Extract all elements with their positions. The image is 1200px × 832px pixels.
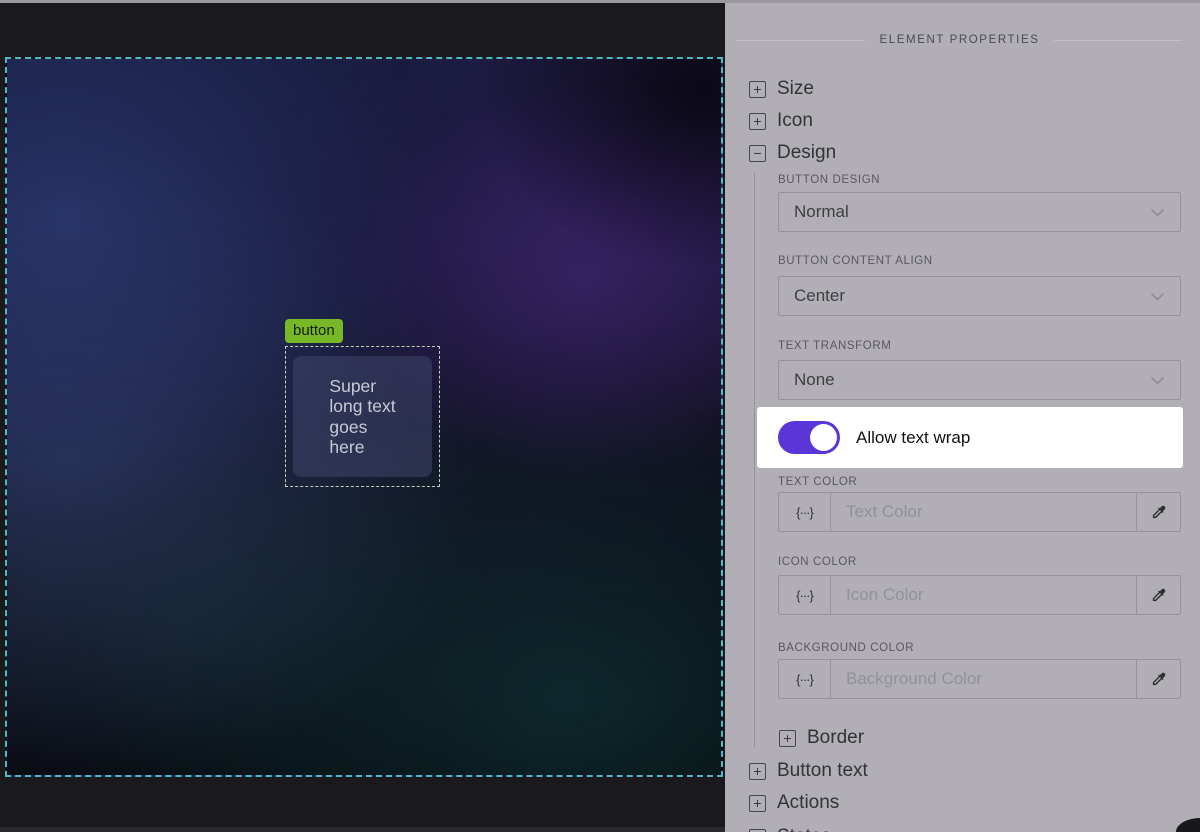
binding-icon[interactable]: {···} — [779, 576, 831, 614]
expand-icon[interactable]: + — [749, 829, 766, 832]
binding-icon[interactable]: {···} — [779, 493, 831, 531]
section-states[interactable]: + States — [749, 826, 831, 832]
background-color-input[interactable] — [831, 660, 1136, 698]
panel-header: ELEMENT PROPERTIES — [737, 34, 1182, 46]
element-properties-panel: ELEMENT PROPERTIES + Size + Icon − Desig… — [725, 0, 1200, 832]
expand-icon[interactable]: + — [749, 81, 766, 98]
section-label: Actions — [777, 792, 839, 814]
toggle-knob — [810, 424, 837, 451]
expand-icon[interactable]: + — [779, 730, 796, 747]
design-canvas[interactable]: button Super long text goes here — [5, 57, 723, 777]
dropdown-value: None — [794, 370, 835, 390]
text-transform-dropdown[interactable]: None — [778, 360, 1181, 400]
expand-icon[interactable]: + — [749, 795, 766, 812]
section-icon[interactable]: + Icon — [749, 110, 813, 132]
eyedropper-icon[interactable] — [1136, 493, 1180, 531]
section-button-text[interactable]: + Button text — [749, 760, 868, 782]
button-design-dropdown[interactable]: Normal — [778, 192, 1181, 232]
eyedropper-icon[interactable] — [1136, 660, 1180, 698]
text-color-input[interactable] — [831, 493, 1136, 531]
field-label-button-design: BUTTON DESIGN — [778, 174, 880, 186]
panel-title: ELEMENT PROPERTIES — [879, 34, 1039, 46]
selected-element-tag: button — [285, 319, 343, 343]
icon-color-field: {···} — [778, 575, 1181, 615]
field-label-icon-color: ICON COLOR — [778, 556, 857, 568]
allow-text-wrap-highlight: Allow text wrap — [757, 407, 1183, 468]
section-label: States — [777, 826, 831, 832]
editor-viewport: button Super long text goes here — [0, 0, 725, 832]
header-divider-right — [1054, 40, 1182, 41]
app-window: button Super long text goes here ELEMENT… — [0, 0, 1200, 832]
editor-bottom-strip — [0, 827, 725, 832]
binding-icon[interactable]: {···} — [779, 660, 831, 698]
eyedropper-icon[interactable] — [1136, 576, 1180, 614]
allow-text-wrap-toggle[interactable] — [778, 421, 840, 454]
canvas-button-label: Super long text goes here — [329, 376, 395, 458]
field-label-text-transform: TEXT TRANSFORM — [778, 340, 891, 352]
collapse-icon[interactable]: − — [749, 145, 766, 162]
selection-outline: Super long text goes here — [285, 346, 440, 487]
dropdown-value: Normal — [794, 202, 849, 222]
section-label: Size — [777, 78, 814, 100]
chevron-down-icon — [1150, 292, 1165, 301]
chevron-down-icon — [1150, 208, 1165, 217]
field-label-text-color: TEXT COLOR — [778, 476, 857, 488]
header-divider-left — [737, 40, 865, 41]
section-design[interactable]: − Design — [749, 142, 836, 164]
section-label: Design — [777, 142, 836, 164]
design-section-guide-line — [754, 172, 755, 748]
section-label: Icon — [777, 110, 813, 132]
section-actions[interactable]: + Actions — [749, 792, 839, 814]
background-color-field: {···} — [778, 659, 1181, 699]
icon-color-input[interactable] — [831, 576, 1136, 614]
section-size[interactable]: + Size — [749, 78, 814, 100]
canvas-button-element[interactable]: Super long text goes here — [293, 356, 432, 477]
section-label: Border — [807, 727, 864, 749]
content-align-dropdown[interactable]: Center — [778, 276, 1181, 316]
dropdown-value: Center — [794, 286, 845, 306]
field-label-content-align: BUTTON CONTENT ALIGN — [778, 255, 933, 267]
section-border[interactable]: + Border — [779, 727, 864, 749]
expand-icon[interactable]: + — [749, 113, 766, 130]
toggle-label: Allow text wrap — [856, 428, 970, 448]
chevron-down-icon — [1150, 376, 1165, 385]
text-color-field: {···} — [778, 492, 1181, 532]
field-label-background-color: BACKGROUND COLOR — [778, 642, 914, 654]
expand-icon[interactable]: + — [749, 763, 766, 780]
window-top-strip — [0, 0, 1200, 3]
section-label: Button text — [777, 760, 868, 782]
